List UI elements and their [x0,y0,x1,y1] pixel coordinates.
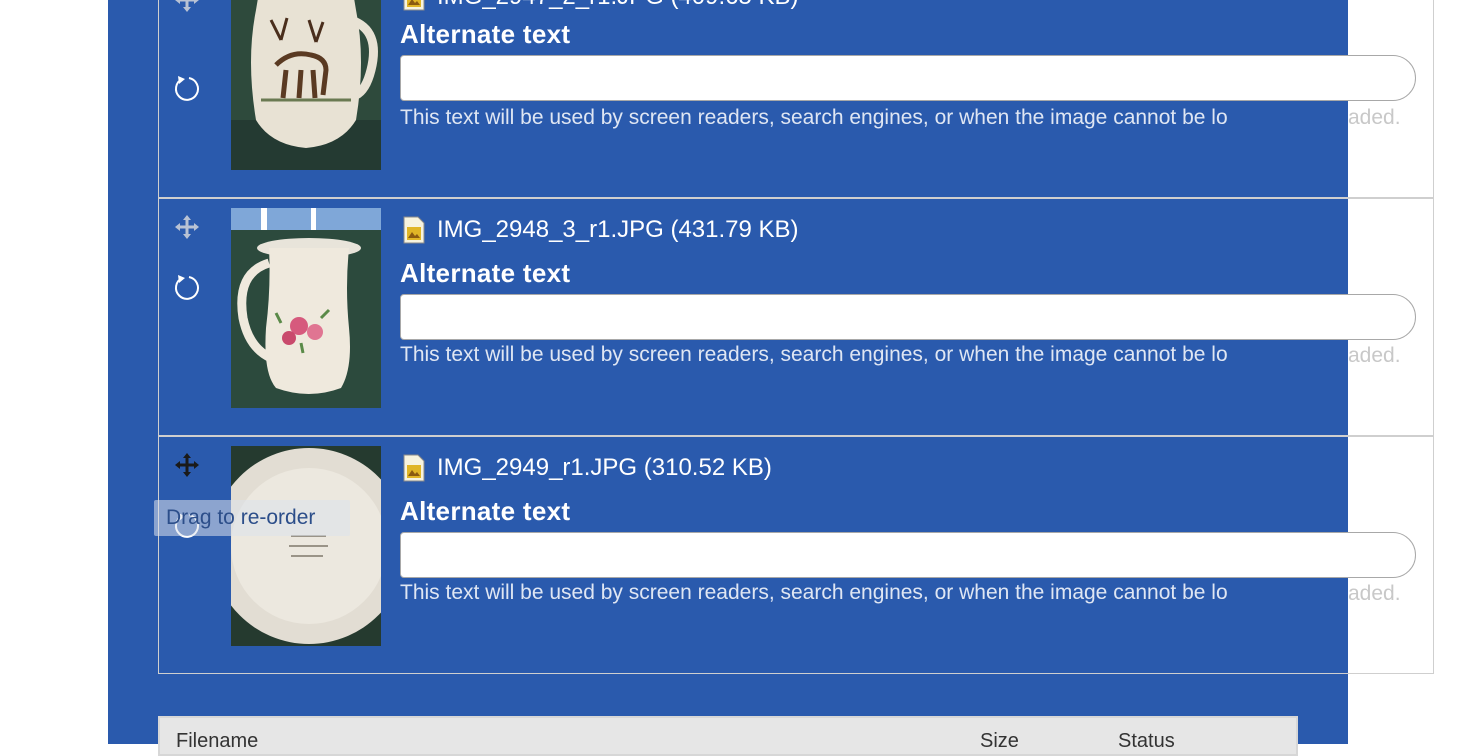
alt-text-description: This text will be used by screen readers… [400,343,1228,366]
alt-text-description-overflow: aded. [1348,106,1401,129]
image-thumbnail [231,446,381,646]
files-table-header: Filename Size Status [158,716,1298,756]
file-info: IMG_2948_3_r1.JPG (431.79 KB) [403,215,799,245]
image-file-icon [403,454,425,482]
alt-text-description-overflow: aded. [1348,344,1401,367]
drag-handle-icon[interactable] [173,451,201,479]
image-thumbnail [231,208,381,408]
table-row: IMG_2947_2_r1.JPG (409.65 KB) Alternate … [158,0,1434,198]
column-header-status[interactable]: Status [1118,730,1175,753]
file-name-link[interactable]: IMG_2947_2_r1.JPG (409.65 KB) [437,0,799,12]
alt-text-label: Alternate text [400,496,571,526]
alt-text-input[interactable] [400,532,1416,578]
alt-text-input[interactable] [400,55,1416,101]
drag-handle-icon[interactable] [173,0,201,14]
drag-tooltip: Drag to re-order [154,500,350,536]
alt-text-label: Alternate text [400,258,571,288]
drag-handle-icon[interactable] [173,213,201,241]
rotate-icon[interactable] [173,273,203,303]
alt-text-label: Alternate text [400,19,571,49]
image-file-icon [403,216,425,244]
image-file-icon [403,0,425,11]
column-header-size[interactable]: Size [980,730,1019,753]
alt-text-description: This text will be used by screen readers… [400,581,1228,604]
table-row: IMG_2949_r1.JPG (310.52 KB) Alternate te… [158,436,1434,674]
image-list: IMG_2947_2_r1.JPG (409.65 KB) Alternate … [158,0,1436,676]
file-name-link[interactable]: IMG_2949_r1.JPG (310.52 KB) [437,453,772,483]
file-info: IMG_2949_r1.JPG (310.52 KB) [403,453,772,483]
table-row: IMG_2948_3_r1.JPG (431.79 KB) Alternate … [158,198,1434,436]
alt-text-input[interactable] [400,294,1416,340]
alt-text-description-overflow: aded. [1348,582,1401,605]
alt-text-description: This text will be used by screen readers… [400,106,1228,129]
rotate-icon[interactable] [173,74,203,104]
file-name-link[interactable]: IMG_2948_3_r1.JPG (431.79 KB) [437,215,799,245]
column-header-filename[interactable]: Filename [176,730,258,753]
image-thumbnail [231,0,381,170]
file-info: IMG_2947_2_r1.JPG (409.65 KB) [403,0,799,12]
